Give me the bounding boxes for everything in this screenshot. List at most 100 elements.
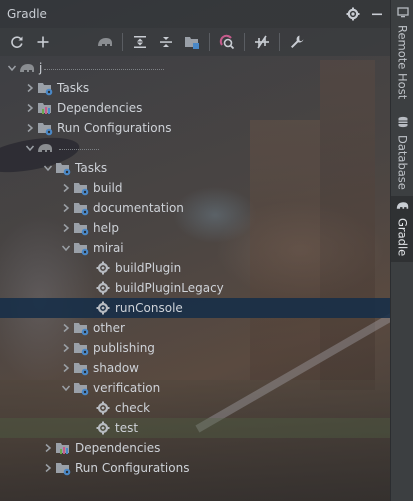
elephant-icon[interactable] (94, 31, 116, 53)
project-name: j (39, 61, 43, 75)
refresh-icon[interactable] (6, 31, 28, 53)
node-label: mirai (93, 241, 124, 255)
chevron-down-icon[interactable] (23, 141, 37, 155)
node-label: buildPlugin (115, 261, 182, 275)
chevron-right-icon[interactable] (41, 461, 55, 475)
tab-label: Database (395, 135, 410, 190)
remote-host-icon (396, 6, 409, 21)
tree-node[interactable]: help (0, 218, 390, 238)
chevron-right-icon[interactable] (23, 101, 37, 115)
tab-remote-host[interactable]: Remote Host (391, 2, 413, 102)
tree-node[interactable]: mirai (0, 238, 390, 258)
expand-all-icon[interactable] (129, 31, 151, 53)
chevron-down-icon[interactable] (59, 381, 73, 395)
node-label: help (93, 221, 119, 235)
gradle-project-tree: j Tasks Dependencies Run Configurations … (0, 58, 390, 478)
elephant-icon (37, 140, 53, 156)
collapse-all-icon[interactable] (155, 31, 177, 53)
tree-node[interactable]: buildPlugin (0, 258, 390, 278)
node-label: check (115, 401, 151, 415)
tree-node[interactable]: buildPluginLegacy (0, 278, 390, 298)
task-group-icon (73, 380, 89, 396)
chevron-right-icon[interactable] (23, 81, 37, 95)
chevron-right-icon[interactable] (59, 181, 73, 195)
add-icon[interactable] (32, 31, 54, 53)
tree-node[interactable] (0, 138, 390, 158)
node-label: buildPluginLegacy (115, 281, 224, 295)
database-icon (397, 116, 409, 131)
task-group-icon (73, 220, 89, 236)
node-label: publishing (93, 341, 155, 355)
elephant-icon (396, 200, 409, 214)
tree-node[interactable]: Run Configurations (0, 118, 390, 138)
tree-node[interactable]: Dependencies (0, 438, 390, 458)
task-group-icon (73, 200, 89, 216)
node-label: shadow (93, 361, 139, 375)
tree-node[interactable]: check (0, 398, 390, 418)
node-label: Dependencies (75, 441, 161, 455)
tab-database[interactable]: Database (391, 112, 413, 194)
tree-node[interactable]: shadow (0, 358, 390, 378)
group-modules-icon[interactable] (181, 31, 203, 53)
tree-node[interactable]: j (0, 58, 390, 78)
task-group-icon (73, 360, 89, 376)
node-label: verification (93, 381, 161, 395)
task-group-icon (73, 340, 89, 356)
obscured-text (44, 66, 165, 70)
tool-window-header: Gradle (0, 0, 390, 28)
chevron-right-icon[interactable] (59, 201, 73, 215)
node-label: runConsole (115, 301, 183, 315)
minimize-icon[interactable] (366, 3, 388, 25)
node-label: Tasks (75, 161, 108, 175)
tree-node[interactable]: test (0, 418, 390, 438)
gear-task-icon (95, 280, 111, 296)
obscured-text (59, 146, 99, 150)
node-label: Tasks (57, 81, 90, 95)
run-config-folder-icon (55, 460, 71, 476)
chevron-right-icon[interactable] (59, 221, 73, 235)
chevron-right-icon[interactable] (41, 441, 55, 455)
task-group-icon (73, 240, 89, 256)
tasks-folder-icon (55, 160, 71, 176)
node-label: Run Configurations (57, 121, 172, 135)
tab-gradle[interactable]: Gradle (391, 196, 413, 262)
chevron-right-icon[interactable] (59, 321, 73, 335)
dependencies-icon (55, 440, 71, 456)
tree-node[interactable]: documentation (0, 198, 390, 218)
settings-wrench-icon[interactable] (286, 31, 308, 53)
chevron-right-icon[interactable] (59, 361, 73, 375)
node-label: build (93, 181, 123, 195)
tree-node[interactable]: build (0, 178, 390, 198)
tree-node[interactable]: Run Configurations (0, 458, 390, 478)
tasks-folder-icon (37, 80, 53, 96)
task-group-icon (73, 320, 89, 336)
chevron-down-icon[interactable] (41, 161, 55, 175)
analyze-deps-icon[interactable] (216, 31, 238, 53)
gear-icon[interactable] (342, 3, 364, 25)
gear-task-icon (95, 420, 111, 436)
gear-task-icon (95, 400, 111, 416)
tree-node[interactable]: Tasks (0, 78, 390, 98)
gear-task-icon (95, 300, 111, 316)
node-label: documentation (93, 201, 184, 215)
node-label: Run Configurations (75, 461, 190, 475)
tree-node[interactable]: verification (0, 378, 390, 398)
node-label: other (93, 321, 125, 335)
run-config-folder-icon (37, 120, 53, 136)
tree-node-selected[interactable]: runConsole (0, 298, 390, 318)
node-label: test (115, 421, 139, 435)
tree-node[interactable]: Tasks (0, 158, 390, 178)
tree-node[interactable]: Dependencies (0, 98, 390, 118)
tree-node[interactable]: publishing (0, 338, 390, 358)
offline-mode-icon[interactable] (251, 31, 273, 53)
task-group-icon (73, 180, 89, 196)
tree-node[interactable]: other (0, 318, 390, 338)
dependencies-icon (37, 100, 53, 116)
chevron-down-icon[interactable] (59, 241, 73, 255)
chevron-right-icon[interactable] (59, 341, 73, 355)
tab-label: Gradle (395, 218, 410, 257)
right-tool-stripe: Remote Host Database Gradle (390, 0, 413, 501)
node-label: Dependencies (57, 101, 143, 115)
chevron-right-icon[interactable] (23, 121, 37, 135)
chevron-down-icon[interactable] (5, 61, 19, 75)
